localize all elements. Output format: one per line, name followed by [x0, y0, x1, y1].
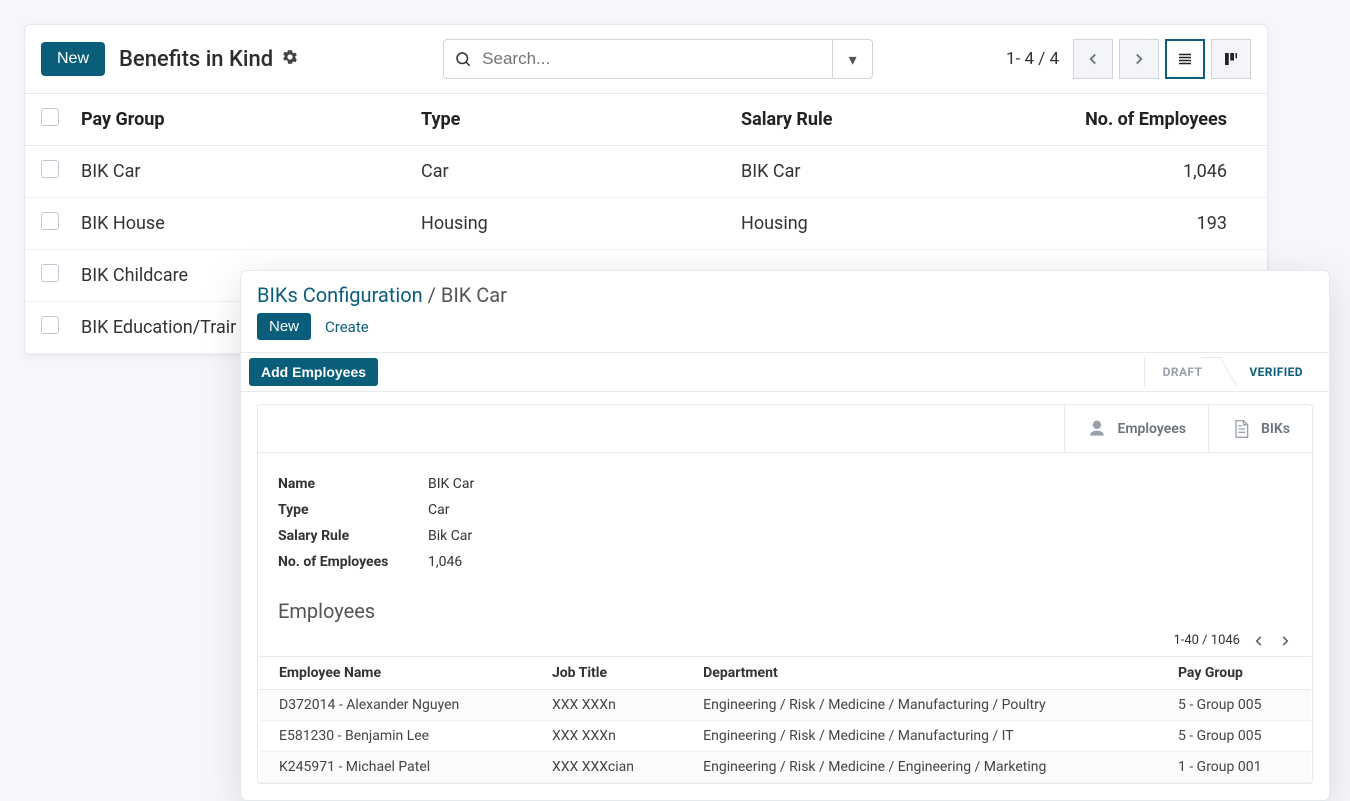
cell-no-employees: 1,046: [1041, 161, 1251, 182]
breadcrumb-separator: /: [423, 283, 441, 307]
field-rule-value: Bik Car: [428, 528, 472, 544]
detail-new-button[interactable]: New: [257, 313, 311, 340]
breadcrumb-root-link[interactable]: BIKs Configuration: [257, 283, 423, 307]
col-salary-rule[interactable]: Salary Rule: [741, 109, 1041, 130]
tab-biks[interactable]: BIKs: [1208, 405, 1312, 452]
status-strip: DRAFT VERIFIED: [1144, 357, 1321, 387]
search-icon: [444, 50, 482, 68]
tab-employees[interactable]: Employees: [1064, 405, 1208, 452]
employees-pager: 1-40 / 1046: [258, 629, 1312, 656]
cell-employee-name: D372014 - Alexander Nguyen: [259, 690, 532, 721]
field-type-value: Car: [428, 502, 449, 518]
col-pay-group[interactable]: Pay Group: [81, 109, 421, 130]
detail-card: Employees BIKs NameBIK Car TypeCar Salar…: [257, 404, 1313, 784]
card-tabs: Employees BIKs: [258, 405, 1312, 453]
cell-salary-rule: Housing: [741, 213, 1041, 234]
breadcrumb-current: BIK Car: [441, 283, 507, 307]
list-table-header: Pay Group Type Salary Rule No. of Employ…: [25, 93, 1267, 146]
col-employee-name[interactable]: Employee Name: [259, 657, 532, 690]
cell-department: Engineering / Risk / Medicine / Manufact…: [683, 721, 1158, 752]
create-link[interactable]: Create: [325, 318, 369, 336]
cell-job-title: XXX XXXn: [532, 690, 683, 721]
tab-biks-label: BIKs: [1261, 421, 1290, 437]
col-no-employees[interactable]: No. of Employees: [1041, 109, 1251, 130]
search-box: ▾: [443, 39, 873, 79]
field-rule-label: Salary Rule: [278, 528, 428, 544]
table-row[interactable]: BIK CarCarBIK Car1,046: [25, 146, 1267, 198]
cell-pay-group: 5 - Group 005: [1158, 690, 1311, 721]
employees-prev-button[interactable]: [1252, 634, 1266, 648]
chevron-right-icon: [1130, 50, 1148, 68]
table-row[interactable]: BIK HouseHousingHousing193: [25, 198, 1267, 250]
caret-down-icon: ▾: [849, 50, 857, 69]
pager-text: 1- 4 / 4: [1006, 49, 1059, 69]
kanban-icon: [1222, 50, 1240, 68]
col-pay-group[interactable]: Pay Group: [1158, 657, 1311, 690]
row-checkbox[interactable]: [41, 316, 59, 334]
field-emp-label: No. of Employees: [278, 554, 428, 570]
breadcrumb: BIKs Configuration / BIK Car: [241, 271, 1329, 313]
row-checkbox[interactable]: [41, 160, 59, 178]
document-icon: [1231, 419, 1251, 439]
cell-department: Engineering / Risk / Medicine / Engineer…: [683, 752, 1158, 783]
cell-pay-group: 1 - Group 001: [1158, 752, 1311, 783]
chevron-left-icon: [1084, 50, 1102, 68]
field-name-label: Name: [278, 476, 428, 492]
view-title: Benefits in Kind: [119, 47, 299, 72]
employees-pager-text: 1-40 / 1046: [1173, 633, 1240, 648]
employees-next-button[interactable]: [1278, 634, 1292, 648]
kanban-view-button[interactable]: [1211, 39, 1251, 79]
prev-page-button[interactable]: [1073, 39, 1113, 79]
action-status-bar: Add Employees DRAFT VERIFIED: [241, 352, 1329, 392]
search-options-toggle[interactable]: ▾: [832, 40, 872, 78]
cell-no-employees: 193: [1041, 213, 1251, 234]
select-all-checkbox[interactable]: [41, 108, 59, 126]
row-checkbox[interactable]: [41, 212, 59, 230]
detail-sub-toolbar: New Create: [241, 313, 1329, 352]
cell-salary-rule: BIK Car: [741, 161, 1041, 182]
col-job-title[interactable]: Job Title: [532, 657, 683, 690]
cell-employee-name: E581230 - Benjamin Lee: [259, 721, 532, 752]
status-draft[interactable]: DRAFT: [1144, 357, 1221, 387]
view-title-text: Benefits in Kind: [119, 47, 273, 72]
detail-window: BIKs Configuration / BIK Car New Create …: [240, 270, 1330, 801]
cell-job-title: XXX XXXn: [532, 721, 683, 752]
next-page-button[interactable]: [1119, 39, 1159, 79]
cell-pay-group: 5 - Group 005: [1158, 721, 1311, 752]
col-type[interactable]: Type: [421, 109, 741, 130]
field-type-label: Type: [278, 502, 428, 518]
cell-pay-group: BIK Car: [81, 161, 421, 182]
search-input[interactable]: [482, 40, 832, 78]
table-row[interactable]: D372014 - Alexander NguyenXXX XXXnEngine…: [259, 690, 1311, 721]
list-view-button[interactable]: [1165, 39, 1205, 79]
cell-department: Engineering / Risk / Medicine / Manufact…: [683, 690, 1158, 721]
col-department[interactable]: Department: [683, 657, 1158, 690]
cell-employee-name: K245971 - Michael Patel: [259, 752, 532, 783]
cell-job-title: XXX XXXcian: [532, 752, 683, 783]
cell-type: Housing: [421, 213, 741, 234]
user-icon: [1087, 419, 1107, 439]
tab-employees-label: Employees: [1117, 421, 1186, 437]
field-emp-value: 1,046: [428, 554, 462, 570]
table-row[interactable]: K245971 - Michael PatelXXX XXXcianEngine…: [259, 752, 1311, 783]
add-employees-button[interactable]: Add Employees: [249, 358, 378, 386]
detail-fields: NameBIK Car TypeCar Salary RuleBik Car N…: [258, 453, 1312, 585]
list-toolbar: New Benefits in Kind ▾ 1- 4 / 4: [25, 25, 1267, 93]
detail-body: Employees BIKs NameBIK Car TypeCar Salar…: [241, 392, 1329, 800]
gear-icon[interactable]: [281, 47, 299, 72]
toolbar-right: 1- 4 / 4: [1006, 39, 1251, 79]
field-name-value: BIK Car: [428, 476, 474, 492]
table-row[interactable]: E581230 - Benjamin LeeXXX XXXnEngineerin…: [259, 721, 1311, 752]
row-checkbox[interactable]: [41, 264, 59, 282]
employees-table: Employee Name Job Title Department Pay G…: [259, 656, 1311, 783]
cell-pay-group: BIK House: [81, 213, 421, 234]
employees-heading: Employees: [258, 585, 1312, 629]
cell-type: Car: [421, 161, 741, 182]
list-icon: [1176, 50, 1194, 68]
new-button[interactable]: New: [41, 42, 105, 76]
